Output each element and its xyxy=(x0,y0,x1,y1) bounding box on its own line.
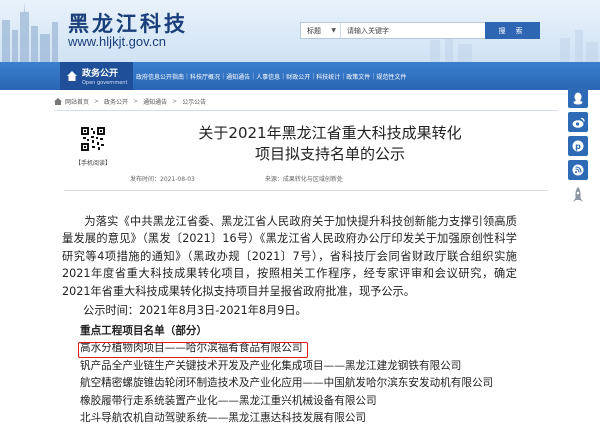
nav-gov-open[interactable]: 政务公开 Open government xyxy=(60,62,133,90)
nav-separator: | xyxy=(282,72,285,80)
project-item: 钒产品全产业链生产关键技术开发及产业化集成项目——黑龙江建龙钢铁有限公司 xyxy=(80,359,462,372)
article-meta: 发布时间：2021-08-03 来源：成果转化与区域创新处 xyxy=(130,174,530,183)
divider xyxy=(64,190,548,191)
chevron-down-icon: ▼ xyxy=(331,27,336,34)
nav-link-guide[interactable]: 政府信息公开指南 xyxy=(136,72,184,81)
breadcrumb-home[interactable]: 网站首页 xyxy=(65,97,89,106)
breadcrumb-announcements[interactable]: 公示公告 xyxy=(182,97,206,106)
nav-separator: | xyxy=(252,72,255,80)
share-sidebar: p xyxy=(568,88,590,210)
breadcrumb-separator: > xyxy=(172,97,178,105)
qr-code-icon xyxy=(80,126,106,152)
nav-separator: | xyxy=(372,72,375,80)
back-to-top-rocket-icon[interactable] xyxy=(570,186,586,206)
site-url[interactable]: www.hljkjt.gov.cn xyxy=(68,34,166,49)
project-list: 重点工程项目名单（部分） 高水分植物肉项目——哈尔滨福肴食品有限公司 钒产品全产… xyxy=(80,322,550,428)
nav-link-overview[interactable]: 科技厅概况 xyxy=(190,72,220,81)
nav-link-finance[interactable]: 财政公开 xyxy=(286,72,310,81)
search-select-label: 标题 xyxy=(307,26,321,35)
article-title-line: 项目拟支持名单的公示 xyxy=(254,145,405,163)
qr-label[interactable]: 【手机阅读】 xyxy=(75,158,111,167)
breadcrumb: 网站首页 > 政务公开 > 通知通告 > 公示公告 xyxy=(54,96,206,106)
search-field-select[interactable]: 标题 ▼ xyxy=(301,23,341,38)
nav-separator: | xyxy=(342,72,345,80)
project-item: 高水分植物肉项目——哈尔滨福肴食品有限公司 xyxy=(80,342,303,354)
breadcrumb-notices[interactable]: 通知通告 xyxy=(143,97,167,106)
nav-link-regulations[interactable]: 规范性文件 xyxy=(376,72,406,81)
article-body: 为落实《中共黑龙江省委、黑龙江省人民政府关于加快提升科技创新能力支撑引领高质量发… xyxy=(62,213,517,300)
rss-icon[interactable] xyxy=(568,160,588,180)
publish-time: 发布时间：2021-08-03 xyxy=(130,176,195,183)
pinterest-icon[interactable]: p xyxy=(568,136,588,156)
breadcrumb-gov-open[interactable]: 政务公开 xyxy=(104,97,128,106)
nav-separator: | xyxy=(312,72,315,80)
search-button[interactable]: 搜 索 xyxy=(485,22,540,39)
article-source: 来源：成果转化与区域创新处 xyxy=(264,176,343,183)
svg-text:p: p xyxy=(575,142,581,151)
nav-link-policy[interactable]: 政策文件 xyxy=(346,72,370,81)
project-item: 橡胶履带行走系统装置产业化——黑龙江重兴机械设备有限公司 xyxy=(80,394,377,407)
nav-link-statistics[interactable]: 科技统计 xyxy=(316,72,340,81)
nav-links: 政府信息公开指南 | 科技厅概况 | 通知通告 | 人事信息 | 财政公开 | 科技统计 |… xyxy=(136,62,406,90)
qq-icon[interactable] xyxy=(568,88,588,108)
home-icon xyxy=(67,71,77,81)
project-list-heading: 重点工程项目名单（部分） xyxy=(80,325,208,337)
nav-link-notices[interactable]: 通知通告 xyxy=(226,72,250,81)
article-title-line: 关于2021年黑龙江省重大科技成果转化 xyxy=(198,124,462,142)
project-item: 北斗导航农机自动驾驶系统——黑龙江惠达科技发展有限公司 xyxy=(80,412,367,424)
announcement-period: 公示时间：2021年8月3日-2021年8月9日。 xyxy=(83,304,307,317)
nav-link-personnel[interactable]: 人事信息 xyxy=(256,72,280,81)
breadcrumb-separator: > xyxy=(94,97,100,105)
nav-gov-subtitle: Open government xyxy=(82,80,128,86)
body-paragraph: 为落实《中共黑龙江省委、黑龙江省人民政府关于加快提升科技创新能力支撑引领高质量发… xyxy=(62,215,517,298)
nav-gov-title: 政务公开 xyxy=(82,69,119,79)
nav-separator: | xyxy=(186,72,189,80)
project-item: 航空精密螺旋锥齿轮闭环制造技术及产业化应用——中国航发哈尔滨东安发动机有限公司 xyxy=(80,377,494,389)
nav-separator: | xyxy=(222,72,225,80)
home-icon xyxy=(54,97,62,105)
breadcrumb-separator: > xyxy=(133,97,139,105)
article-title: 关于2021年黑龙江省重大科技成果转化 项目拟支持名单的公示 xyxy=(160,123,500,165)
weibo-icon[interactable] xyxy=(568,112,588,132)
